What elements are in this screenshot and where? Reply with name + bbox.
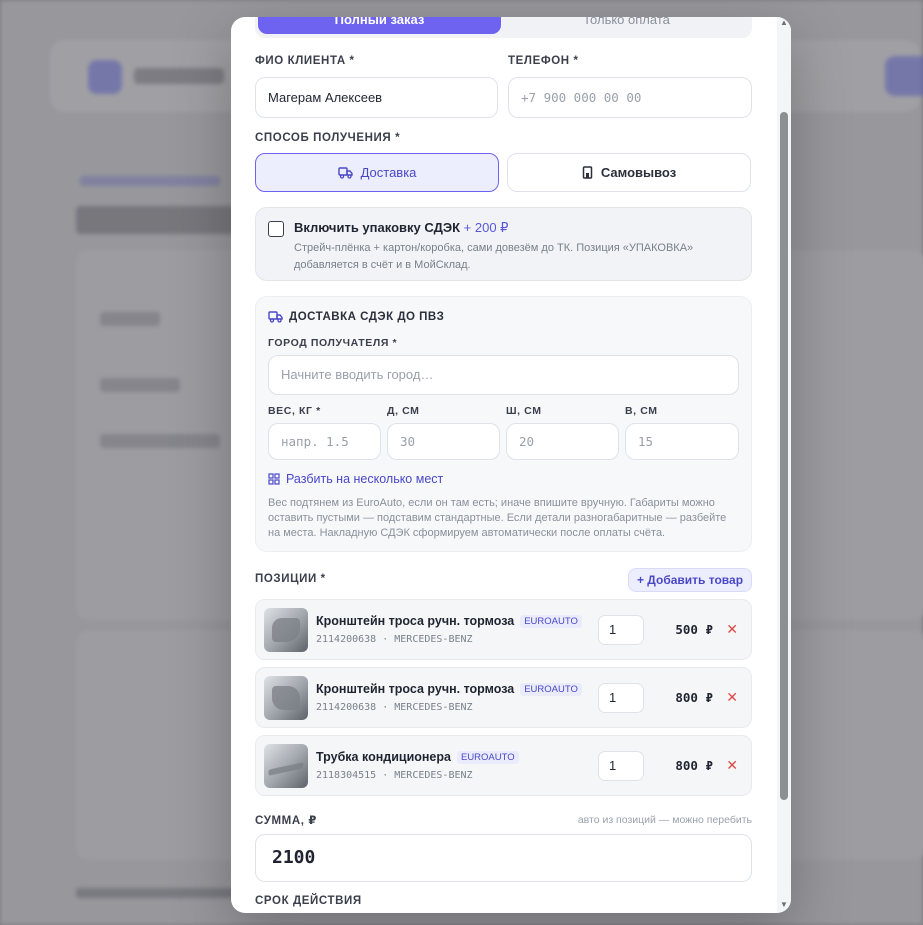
list-item: Кронштейн троса ручн. тормоза EUROAUTO 21… [255,667,752,728]
receive-method-label: СПОСОБ ПОЛУЧЕНИЯ * [255,132,401,144]
product-sku: 2114200638 · MERCEDES-BENZ [316,634,473,645]
delivery-option-label: Доставка [360,165,417,180]
truck-icon [268,311,283,323]
packaging-checkbox[interactable] [268,221,284,237]
sum-field[interactable]: 2100 [255,834,752,882]
product-image [264,608,308,652]
width-label: Ш, СМ [506,405,542,417]
length-label: Д, СМ [387,405,420,417]
city-input[interactable]: Начните вводить город… [268,355,739,395]
close-icon[interactable]: ✕ [726,756,738,774]
product-name-text: Кронштейн троса ручн. тормоза [316,682,515,696]
product-image [264,676,308,720]
product-price: 800 ₽ [675,758,713,773]
source-badge: EUROAUTO [520,683,582,696]
product-name: Кронштейн троса ручн. тормоза EUROAUTO [316,614,582,628]
pickup-option-label: Самовывоз [600,165,677,180]
quantity-field[interactable]: 1 [598,615,644,645]
pickup-option[interactable]: Самовывоз [507,153,751,192]
city-label: ГОРОД ПОЛУЧАТЕЛЯ * [268,337,398,349]
weight-input[interactable]: напр. 1.5 [268,423,381,460]
product-sku: 2114200638 · MERCEDES-BENZ [316,702,473,713]
sum-label: СУММА, ₽ [255,815,317,827]
packaging-title-text: Включить упаковку СДЭК [294,220,461,235]
scrollbar[interactable]: ▲ ▼ [777,17,791,913]
list-item: Кронштейн троса ручн. тормоза EUROAUTO 21… [255,599,752,660]
cdek-note: Вес подтянем из EuroAuto, если он там ес… [268,497,727,539]
positions-label: ПОЗИЦИИ * [255,573,326,585]
split-places-label: Разбить на несколько мест [286,472,444,486]
order-modal: Полный заказ Только оплата ФИО КЛИЕНТА *… [231,17,791,913]
width-input[interactable]: 20 [506,423,619,460]
quantity-field[interactable]: 1 [598,683,644,713]
validity-label: СРОК ДЕЙСТВИЯ [255,895,362,907]
length-input[interactable]: 30 [387,423,500,460]
product-name: Кронштейн троса ручн. тормоза EUROAUTO [316,682,582,696]
close-icon[interactable]: ✕ [726,620,738,638]
list-item: Трубка кондиционера EUROAUTO 2118304515 ·… [255,735,752,796]
packaging-title: Включить упаковку СДЭК + 200 ₽ [294,220,508,236]
phone-field[interactable]: +7 900 000 00 00 [508,77,752,118]
product-sku: 2118304515 · MERCEDES-BENZ [316,770,473,781]
scroll-down-icon[interactable]: ▼ [780,901,788,909]
product-name-text: Кронштейн троса ручн. тормоза [316,614,515,628]
truck-icon [337,166,353,179]
phone-label: ТЕЛЕФОН * [508,55,579,67]
product-image [264,744,308,788]
tab-payment-only[interactable]: Только оплата [505,17,748,34]
order-type-switch: Полный заказ Только оплата [255,17,752,38]
weight-label: ВЕС, КГ * [268,405,321,417]
source-badge: EUROAUTO [456,751,519,764]
product-name-text: Трубка кондиционера [316,750,451,764]
cdek-delivery-panel: ДОСТАВКА СДЭК ДО ПВЗ ГОРОД ПОЛУЧАТЕЛЯ * … [255,296,752,552]
cdek-title: ДОСТАВКА СДЭК ДО ПВЗ [268,311,444,323]
client-label: ФИО КЛИЕНТА * [255,55,355,67]
add-product-button[interactable]: + Добавить товар [628,568,752,592]
quantity-field[interactable]: 1 [598,751,644,781]
cdek-title-text: ДОСТАВКА СДЭК ДО ПВЗ [289,311,445,323]
packaging-price: + 200 ₽ [463,220,509,235]
source-badge: EUROAUTO [520,615,582,628]
scrollbar-thumb[interactable] [780,112,788,800]
scroll-up-icon[interactable]: ▲ [780,19,788,27]
product-price: 500 ₽ [675,622,713,637]
grid-icon [268,473,280,485]
product-name: Трубка кондиционера EUROAUTO [316,750,519,764]
split-places-link[interactable]: Разбить на несколько мест [268,472,443,486]
store-icon [582,166,593,179]
height-label: В, СМ [625,405,658,417]
client-name-field[interactable]: Магерам Алексеев [255,77,498,118]
delivery-option[interactable]: Доставка [255,153,499,192]
height-input[interactable]: 15 [625,423,739,460]
close-icon[interactable]: ✕ [726,688,738,706]
packaging-description: Стрейч-плёнка + картон/коробка, сами дов… [294,242,694,271]
tab-full-order[interactable]: Полный заказ [258,17,501,34]
product-price: 800 ₽ [675,690,713,705]
packaging-box: Включить упаковку СДЭК + 200 ₽ Стрейч-пл… [255,207,752,281]
sum-hint: авто из позиций — можно перебить [577,814,752,826]
